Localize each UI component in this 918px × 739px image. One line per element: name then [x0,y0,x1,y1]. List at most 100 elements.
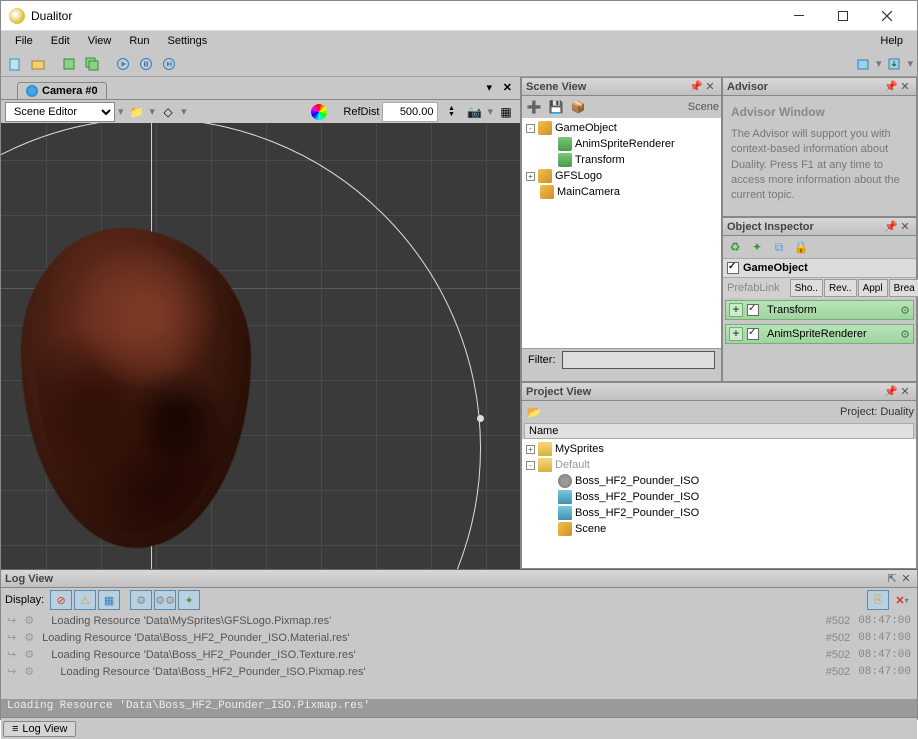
transform-checkbox[interactable] [747,304,759,316]
tree-node[interactable]: -Default [524,457,914,473]
camera-toolbar: Scene Editor ▾ 📁▾ ◇▾ RefDist ▲▼ 📷▾ ▦ [1,99,520,123]
tree-node[interactable]: -GameObject [524,120,719,136]
animsprite-checkbox[interactable] [747,328,759,340]
log-info-toggle[interactable]: ▦ [98,590,120,610]
export-button[interactable] [884,54,904,74]
menu-help[interactable]: Help [872,33,911,49]
log-row[interactable]: ↪⚙ Loading Resource 'Data\MySprites\GFSL… [1,612,917,629]
pin-icon[interactable]: 📌 [884,385,898,398]
project-folder-icon[interactable]: 📂 [524,402,544,422]
log-row[interactable]: ↪⚙Loading Resource 'Data\Boss_HF2_Pounde… [1,629,917,646]
log-row[interactable]: ↪⚙ Loading Resource 'Data\Boss_HF2_Pound… [1,646,917,663]
close-icon[interactable]: ✕ [898,220,912,233]
step-button[interactable] [159,54,179,74]
save-scene-icon[interactable]: 💾 [546,97,566,117]
pin-icon[interactable]: ⇱ [885,572,899,585]
break-button[interactable]: Brea [889,279,918,297]
camera-settings-icon[interactable]: 📷 [464,102,484,122]
refdist-stepper[interactable]: ▲▼ [441,102,461,122]
save-button[interactable] [59,54,79,74]
cube-tool-icon[interactable]: ◇ [158,102,178,122]
close-icon[interactable]: ✕ [898,80,912,93]
viewport[interactable] [1,123,520,569]
app-icon [9,8,25,24]
component-animsprite[interactable]: +AnimSpriteRenderer⚙ [725,324,914,344]
main-toolbar: ▾ ▾ [1,51,917,77]
log-core-toggle[interactable]: ⚙ [130,590,152,610]
gear-icon[interactable]: ⚙ [900,304,910,317]
open-button[interactable] [28,54,48,74]
scene-icon[interactable]: 📦 [568,97,588,117]
log-list[interactable]: ↪⚙ Loading Resource 'Data\MySprites\GFSL… [1,612,917,699]
show-button[interactable]: Sho.. [790,279,823,297]
log-editor-toggle[interactable]: ⚙⚙ [154,590,176,610]
lock-icon[interactable]: 🔒 [791,237,811,257]
log-error-toggle[interactable]: ⊘ [50,590,72,610]
tree-node[interactable]: MainCamera [524,184,719,200]
tree-node[interactable]: AnimSpriteRenderer [524,136,719,152]
menu-file[interactable]: File [7,33,41,49]
project-view-title: Project View [526,386,884,398]
camera-more-icon[interactable]: ▦ [496,102,516,122]
close-icon[interactable]: ✕ [898,385,912,398]
pause-button[interactable] [136,54,156,74]
menu-edit[interactable]: Edit [43,33,78,49]
scene-label: Scene [688,101,719,113]
auto-icon[interactable]: ✦ [747,237,767,257]
tree-node[interactable]: +MySprites [524,441,914,457]
maximize-button[interactable] [821,2,865,30]
refdist-input[interactable] [382,102,438,122]
menu-run[interactable]: Run [121,33,157,49]
revert-button[interactable]: Rev.. [824,279,857,297]
log-view-tab[interactable]: ≡Log View [3,721,76,737]
filter-label: Filter: [528,354,556,366]
filter-input[interactable] [562,351,716,369]
copy-icon[interactable]: ⧉ [769,237,789,257]
scene-tree[interactable]: -GameObjectAnimSpriteRendererTransform+G… [522,118,721,348]
project-view-panel: Project View📌✕ 📂 Project: Duality Name +… [521,382,917,569]
window-title: Dualitor [31,9,777,23]
tree-node[interactable]: Scene [524,521,914,537]
project-col-header[interactable]: Name [524,423,914,439]
tree-node[interactable]: +GFSLogo [524,168,719,184]
close-icon[interactable]: ✕ [899,572,913,585]
menu-settings[interactable]: Settings [160,33,216,49]
camera-close-icon[interactable]: ✕ [503,81,512,94]
play-button[interactable] [113,54,133,74]
log-autoscroll-toggle[interactable]: ⎘ [867,590,889,610]
editor-mode-select[interactable]: Scene Editor [5,102,115,122]
camera-tab[interactable]: Camera #0 [17,82,107,99]
publish-button[interactable] [853,54,873,74]
pin-icon[interactable]: 📌 [689,80,703,93]
advisor-text: The Advisor will support you with contex… [731,127,908,204]
new-button[interactable] [5,54,25,74]
log-clear-button[interactable]: ✕▾ [891,590,913,610]
tree-node[interactable]: Boss_HF2_Pounder_ISO [524,473,914,489]
component-transform[interactable]: +Transform⚙ [725,300,914,320]
camera-tab-label: Camera #0 [42,85,98,97]
pin-icon[interactable]: 📌 [884,80,898,93]
gameobject-checkbox[interactable] [727,262,739,274]
color-wheel-icon[interactable] [311,104,327,120]
tree-node[interactable]: Transform [524,152,719,168]
arc-handle[interactable] [477,415,484,422]
minimize-button[interactable] [777,2,821,30]
folder-tool-icon[interactable]: 📁 [127,102,147,122]
tree-node[interactable]: Boss_HF2_Pounder_ISO [524,489,914,505]
log-warn-toggle[interactable]: ⚠ [74,590,96,610]
log-row[interactable]: ↪⚙ Loading Resource 'Data\Boss_HF2_Pound… [1,663,917,680]
gear-icon[interactable]: ⚙ [900,328,910,341]
project-tree[interactable]: +MySprites-DefaultBoss_HF2_Pounder_ISOBo… [522,439,916,568]
save-all-button[interactable] [82,54,102,74]
new-obj-icon[interactable]: ➕ [524,97,544,117]
menu-view[interactable]: View [80,33,120,49]
tree-node[interactable]: Boss_HF2_Pounder_ISO [524,505,914,521]
camera-pin-icon[interactable]: ▾ [486,81,492,94]
pin-icon[interactable]: 📌 [884,220,898,233]
apply-button[interactable]: Appl [858,279,888,297]
log-game-toggle[interactable]: ✦ [178,590,200,610]
close-button[interactable] [865,2,909,30]
advisor-panel: Advisor📌✕ Advisor Window The Advisor wil… [722,77,917,217]
close-icon[interactable]: ✕ [703,80,717,93]
refresh-icon[interactable]: ♻ [725,237,745,257]
